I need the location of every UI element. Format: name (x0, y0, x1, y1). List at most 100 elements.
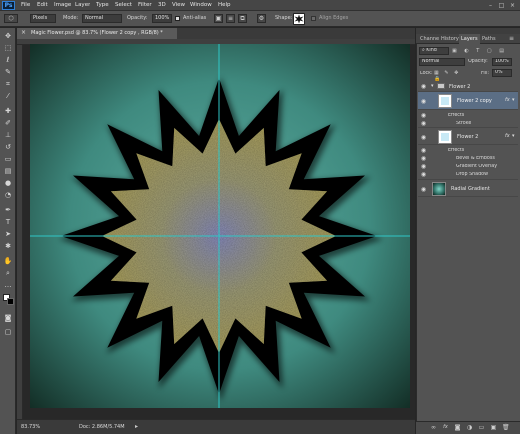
tool-preset-icon[interactable]: ⬡ (4, 14, 18, 23)
effect-item[interactable]: ◉ Gradient Overlay (418, 163, 518, 170)
minimize-icon[interactable]: – (487, 2, 494, 9)
menu-select[interactable]: Select (115, 2, 132, 8)
eraser-icon[interactable]: ▭ (3, 155, 13, 164)
filter-icons[interactable]: ▣ ◐ T ▢ ▤ (452, 48, 512, 55)
maximize-icon[interactable]: □ (498, 2, 505, 9)
path-select-icon[interactable]: ➤ (3, 230, 13, 239)
effects-row[interactable]: ◉ Effects (418, 147, 518, 154)
lasso-icon[interactable]: ℓ (3, 56, 13, 65)
eye-icon[interactable]: ◉ (420, 147, 427, 154)
history-brush-icon[interactable]: ↺ (3, 143, 13, 152)
marquee-icon[interactable]: ⬚ (3, 44, 13, 53)
antialias-checkbox[interactable] (175, 16, 180, 21)
tab-layers[interactable]: Layers (459, 34, 480, 44)
close-icon[interactable]: × (509, 2, 516, 9)
path-align-icon[interactable]: ≡ (226, 14, 235, 23)
eyedropper-icon[interactable]: ⁄ (3, 92, 13, 101)
menu-type[interactable]: Type (96, 2, 109, 8)
layer-row[interactable]: ◉ Flower 2 fx ▾ (418, 127, 518, 145)
eye-icon[interactable]: ◉ (420, 163, 427, 170)
menu-window[interactable]: Window (190, 2, 212, 8)
left-ruler[interactable] (17, 45, 23, 419)
layer-group-row[interactable]: ◉ ▾ Flower 2 (418, 81, 518, 92)
menu-edit[interactable]: Edit (37, 2, 48, 8)
layer-name[interactable]: Radial Gradient (451, 186, 490, 192)
blur-icon[interactable]: ● (3, 179, 13, 188)
opacity-field[interactable]: 100% (152, 14, 172, 23)
move-tool-icon[interactable]: ✥ (3, 32, 13, 41)
effect-item[interactable]: ◉ Drop Shadow (418, 171, 518, 178)
menu-image[interactable]: Image (54, 2, 71, 8)
menu-layer[interactable]: Layer (75, 2, 90, 8)
tab-channels[interactable]: Channe (418, 34, 441, 44)
effect-item[interactable]: ◉ Bevel & Emboss (418, 155, 518, 162)
zoom-icon[interactable]: ⌕ (3, 269, 13, 278)
doc-size[interactable]: Doc: 2.86M/5.74M (79, 424, 125, 430)
chevron-down-icon[interactable]: ▾ (512, 97, 515, 103)
menu-help[interactable]: Help (218, 2, 231, 8)
type-icon[interactable]: T (3, 218, 13, 227)
healing-icon[interactable]: ✚ (3, 107, 13, 116)
lock-icons[interactable]: ▦ ✎ ✥ 🔒 (434, 70, 472, 82)
layer-name[interactable]: Flower 2 copy (457, 98, 492, 104)
fx-icon[interactable]: fx (442, 424, 449, 431)
tab-close-icon[interactable]: × (21, 30, 27, 36)
shape-picker[interactable] (293, 13, 305, 25)
eye-icon[interactable]: ◉ (420, 186, 427, 193)
mask-icon[interactable]: ◙ (454, 424, 461, 431)
tool-mode-select[interactable]: Pixels (30, 14, 56, 23)
path-ops-icon[interactable]: ▣ (214, 14, 223, 23)
more-tools-icon[interactable]: … (3, 281, 13, 290)
folder-icon[interactable]: ▭ (478, 424, 485, 431)
screen-mode-icon[interactable]: ▢ (3, 328, 13, 337)
shape-icon[interactable]: ✱ (3, 242, 13, 251)
eye-icon[interactable]: ◉ (420, 155, 427, 162)
fx-icon[interactable]: fx (505, 133, 510, 139)
eye-icon[interactable]: ◉ (420, 134, 427, 141)
align-edges-checkbox[interactable] (311, 16, 316, 21)
crop-icon[interactable]: ⌗ (3, 80, 13, 89)
eye-icon[interactable]: ◉ (420, 171, 427, 178)
link-icon[interactable]: ∞ (430, 424, 437, 431)
zoom-level[interactable]: 83.73% (21, 424, 40, 430)
dodge-icon[interactable]: ◔ (3, 191, 13, 200)
menu-file[interactable]: File (21, 2, 30, 8)
effects-row[interactable]: ◉ Effects (418, 112, 518, 119)
panel-menu-icon[interactable]: ≡ (509, 35, 514, 42)
quick-mask-icon[interactable]: ◙ (3, 314, 13, 323)
effect-item[interactable]: ◉ Stroke (418, 120, 518, 127)
document-canvas[interactable] (30, 44, 410, 408)
menu-3d[interactable]: 3D (158, 2, 166, 8)
menu-view[interactable]: View (172, 2, 185, 8)
new-layer-icon[interactable]: ▣ (490, 424, 497, 431)
hand-icon[interactable]: ✋ (3, 257, 13, 266)
layer-row[interactable]: ◉ Radial Gradient (418, 179, 518, 197)
path-arrange-icon[interactable]: ⧉ (238, 14, 247, 23)
blend-mode-select[interactable]: Normal (419, 58, 465, 66)
stamp-icon[interactable]: ⊥ (3, 131, 13, 140)
eye-icon[interactable]: ◉ (420, 98, 427, 105)
eye-icon[interactable]: ◉ (420, 120, 427, 127)
gradient-icon[interactable]: ▤ (3, 167, 13, 176)
background-color-swatch[interactable] (7, 298, 14, 305)
adjustment-icon[interactable]: ◑ (466, 424, 473, 431)
fx-icon[interactable]: fx (505, 97, 510, 103)
tab-paths[interactable]: Paths (480, 34, 498, 44)
brush-icon[interactable]: ✐ (3, 119, 13, 128)
trash-icon[interactable]: 🗑 (502, 424, 510, 431)
mode-select[interactable]: Normal (82, 14, 122, 23)
panel-opacity-field[interactable]: 100% (492, 58, 512, 66)
quick-select-icon[interactable]: ✎ (3, 68, 13, 77)
settings-icon[interactable]: ⚙ (257, 14, 266, 23)
fill-field[interactable]: 0% (492, 69, 512, 77)
chevron-down-icon[interactable]: ▾ (512, 133, 515, 139)
tab-history[interactable]: History (439, 34, 461, 44)
layer-filter-select[interactable]: ⌕ Kind (419, 47, 449, 55)
group-expand-icon[interactable]: ▾ (431, 83, 434, 89)
eye-icon[interactable]: ◉ (420, 83, 427, 90)
layer-row[interactable]: ◉ Flower 2 copy fx ▾ (418, 92, 518, 110)
layer-name[interactable]: Flower 2 (457, 134, 478, 140)
pen-icon[interactable]: ✒ (3, 206, 13, 215)
eye-icon[interactable]: ◉ (420, 112, 427, 119)
menu-filter[interactable]: Filter (138, 2, 152, 8)
